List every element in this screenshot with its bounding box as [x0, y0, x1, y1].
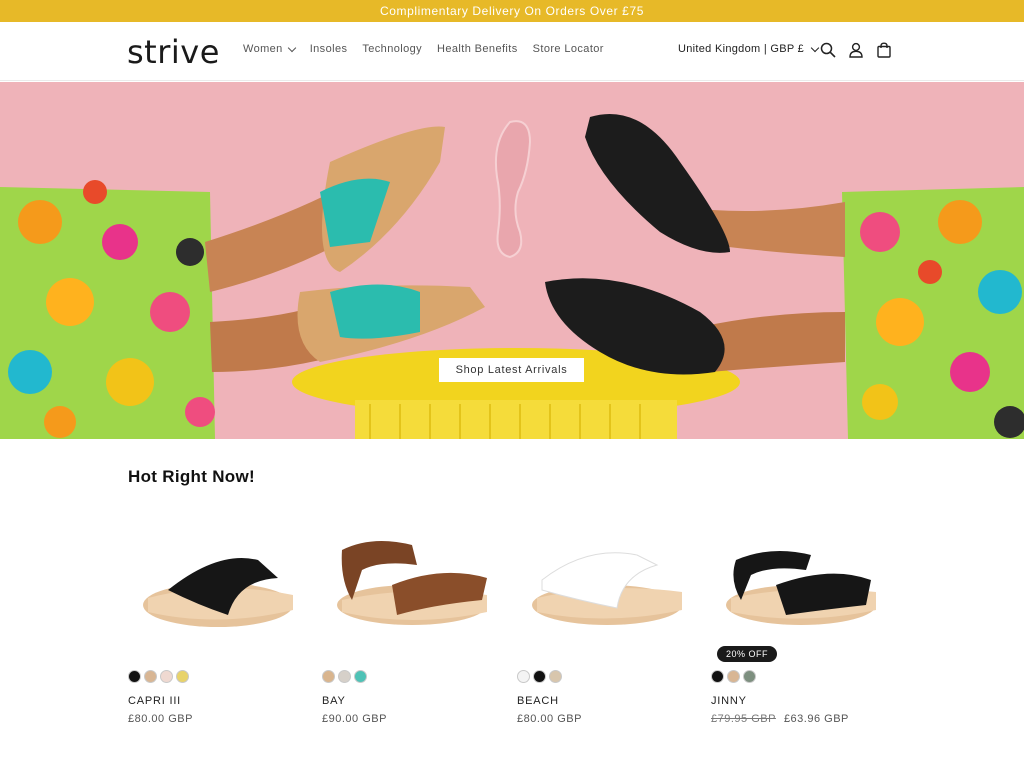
color-swatch[interactable] [160, 670, 173, 683]
color-swatch[interactable] [743, 670, 756, 683]
hero-banner[interactable]: Shop Latest Arrivals [0, 82, 1024, 439]
product-price: £80.00 GBP [128, 713, 193, 725]
main-nav: Women Insoles Technology Health Benefits… [243, 43, 619, 55]
product-name[interactable]: BEACH [517, 695, 559, 707]
color-swatches [322, 670, 367, 683]
product-image [726, 551, 876, 625]
nav-item-insoles[interactable]: Insoles [310, 43, 348, 55]
color-swatches [711, 670, 756, 683]
color-swatch[interactable] [176, 670, 189, 683]
product-image [143, 558, 293, 627]
color-swatch[interactable] [144, 670, 157, 683]
announcement-bar: Complimentary Delivery On Orders Over £7… [0, 0, 1024, 22]
sale-price: £63.96 GBP [783, 713, 849, 725]
search-icon[interactable] [820, 42, 836, 58]
section-title: Hot Right Now! [128, 467, 255, 486]
color-swatch[interactable] [549, 670, 562, 683]
color-swatch[interactable] [727, 670, 740, 683]
locale-label: United Kingdom | GBP £ [678, 43, 805, 55]
chevron-down-icon [810, 43, 820, 52]
announcement-text: Complimentary Delivery On Orders Over £7… [379, 4, 644, 18]
nav-item-label: Women [243, 43, 283, 55]
locale-selector[interactable]: United Kingdom | GBP £ [678, 43, 820, 55]
chevron-down-icon [287, 43, 296, 52]
site-header: strive Women Insoles Technology Health B… [0, 22, 1024, 81]
current-price: £80.00 GBP [517, 713, 582, 725]
hero-image [0, 82, 1024, 439]
color-swatch[interactable] [711, 670, 724, 683]
product-image [337, 541, 487, 625]
current-price: £80.00 GBP [128, 713, 193, 725]
color-swatches [517, 670, 562, 683]
nav-item-technology[interactable]: Technology [362, 43, 422, 55]
account-icon[interactable] [848, 42, 864, 58]
original-price: £79.95 GBP [711, 713, 776, 725]
product-price: £80.00 GBP [517, 713, 582, 725]
product-price: £79.95 GBP £63.96 GBP [711, 713, 849, 725]
color-swatches [128, 670, 189, 683]
color-swatch[interactable] [354, 670, 367, 683]
color-swatch[interactable] [517, 670, 530, 683]
product-name[interactable]: JINNY [711, 695, 747, 707]
cart-icon[interactable] [876, 42, 892, 58]
color-swatch[interactable] [338, 670, 351, 683]
discount-badge: 20% OFF [717, 646, 778, 662]
logo[interactable]: strive [127, 33, 220, 71]
color-swatch[interactable] [533, 670, 546, 683]
product-name[interactable]: CAPRI III [128, 695, 181, 707]
product-name[interactable]: BAY [322, 695, 346, 707]
color-swatch[interactable] [128, 670, 141, 683]
nav-item-store-locator[interactable]: Store Locator [533, 43, 604, 55]
product-price: £90.00 GBP [322, 713, 387, 725]
shop-latest-arrivals-button[interactable]: Shop Latest Arrivals [439, 358, 584, 382]
product-image [532, 552, 682, 625]
nav-item-women[interactable]: Women [243, 43, 296, 55]
current-price: £90.00 GBP [322, 713, 387, 725]
color-swatch[interactable] [322, 670, 335, 683]
nav-item-health-benefits[interactable]: Health Benefits [437, 43, 518, 55]
